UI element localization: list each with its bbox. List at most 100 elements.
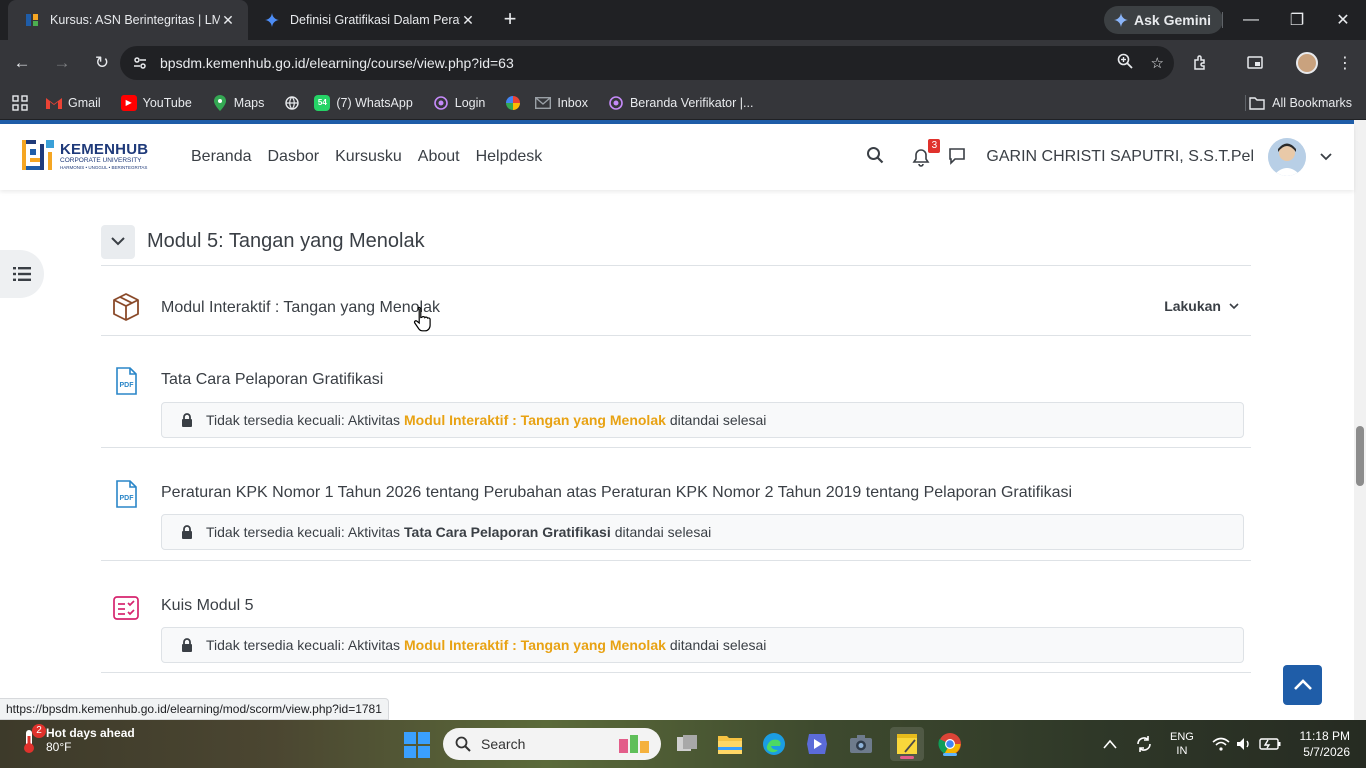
search-icon[interactable] <box>866 146 884 169</box>
bookmark-whatsapp[interactable]: 54 (7) WhatsApp <box>314 94 413 111</box>
close-window-icon[interactable]: ✕ <box>1320 0 1366 40</box>
kemenhub-logo-mark <box>22 140 54 170</box>
browser-tab-bar: Kursus: ASN Berintegritas | LMS ✕ Defini… <box>0 0 1366 40</box>
forward-arrow-icon[interactable]: → <box>44 45 80 81</box>
minimize-icon[interactable]: — <box>1228 0 1274 40</box>
gemini-sparkle-icon <box>1114 13 1128 27</box>
all-bookmarks-label: All Bookmarks <box>1272 96 1352 110</box>
restriction-activity-link[interactable]: Modul Interaktif : Tangan yang Menolak <box>404 637 666 653</box>
bookmark-youtube[interactable]: ▶ YouTube <box>120 94 192 111</box>
user-menu-chevron-down-icon[interactable] <box>1320 148 1332 166</box>
bookmark-globe[interactable] <box>284 95 300 111</box>
active-app-indicator <box>900 756 914 759</box>
show-hidden-icons-chevron-up-icon[interactable] <box>1103 720 1117 768</box>
lock-icon <box>182 413 192 427</box>
volume-icon[interactable] <box>1236 720 1252 768</box>
file-explorer-icon[interactable] <box>716 730 744 758</box>
browser-toolbar: ← → ↻ bpsdm.kemenhub.go.id/elearning/cou… <box>0 40 1366 86</box>
tab-kursus[interactable]: Kursus: ASN Berintegritas | LMS ✕ <box>8 0 248 40</box>
hand-cursor-icon <box>413 306 431 332</box>
profile-avatar-icon[interactable] <box>1292 48 1322 78</box>
quiz-checklist-icon <box>113 596 139 620</box>
kemenhub-logo[interactable]: KEMENHUB CORPORATE UNIVERSITY HARMONIS •… <box>22 140 148 172</box>
system-clock[interactable]: 11:18 PM 5/7/2026 <box>1300 728 1350 760</box>
bookmark-inbox[interactable]: Inbox <box>535 95 588 111</box>
maximize-icon[interactable]: ❐ <box>1274 0 1320 40</box>
language-indicator[interactable]: ENG IN <box>1170 720 1194 768</box>
bookmark-label: Login <box>454 95 486 110</box>
ask-gemini-button[interactable]: Ask Gemini <box>1104 6 1224 34</box>
battery-icon[interactable] <box>1259 720 1281 768</box>
wifi-icon[interactable] <box>1212 720 1230 768</box>
activity-link-kuis[interactable]: Kuis Modul 5 <box>161 597 254 615</box>
logo-text-block: KEMENHUB CORPORATE UNIVERSITY HARMONIS •… <box>60 142 148 171</box>
tab-definisi[interactable]: Definisi Gratifikasi Dalam Peratu ✕ <box>248 0 488 40</box>
section-title[interactable]: Modul 5: Tangan yang Menolak <box>147 230 425 253</box>
globe-icon <box>284 95 300 111</box>
bookmark-pinwheel[interactable] <box>505 95 521 111</box>
camera-app-icon[interactable] <box>847 730 875 758</box>
scrollbar-thumb[interactable] <box>1356 426 1364 486</box>
nav-helpdesk[interactable]: Helpdesk <box>476 148 543 166</box>
sync-icon[interactable] <box>1134 720 1154 768</box>
activity-link-peraturan-kpk[interactable]: Peraturan KPK Nomor 1 Tahun 2026 tentang… <box>161 484 1072 502</box>
pdf-file-icon: PDF <box>116 480 137 508</box>
windows-start-icon[interactable] <box>404 732 430 758</box>
windows-taskbar: 2 Hot days ahead 80°F Search ENG IN 11:1… <box>0 720 1366 768</box>
url-text: bpsdm.kemenhub.go.id/elearning/course/vi… <box>160 55 514 71</box>
extensions-icon[interactable] <box>1186 48 1216 78</box>
restriction-notice: Tidak tersedia kecuali: Aktivitas Tata C… <box>161 514 1244 550</box>
media-player-icon[interactable] <box>803 730 831 758</box>
all-bookmarks-button[interactable]: All Bookmarks <box>1249 86 1352 120</box>
user-full-name[interactable]: GARIN CHRISTI SAPUTRI, S.S.T.Pel <box>986 148 1254 166</box>
nav-about[interactable]: About <box>418 148 460 166</box>
bookmark-gmail[interactable]: Gmail <box>46 95 101 111</box>
reload-icon[interactable]: ↻ <box>84 45 120 81</box>
address-bar[interactable]: bpsdm.kemenhub.go.id/elearning/course/vi… <box>120 46 1174 80</box>
bookmark-maps[interactable]: Maps <box>212 94 264 111</box>
nav-beranda[interactable]: Beranda <box>191 148 252 166</box>
edge-browser-icon[interactable] <box>760 730 788 758</box>
tab-close-icon[interactable]: ✕ <box>220 12 236 28</box>
nav-kursusku[interactable]: Kursusku <box>335 148 402 166</box>
lakukan-dropdown[interactable]: Lakukan <box>1164 298 1239 314</box>
messages-chat-icon[interactable] <box>948 144 966 170</box>
activity-row: Modul Interaktif : Tangan yang Menolak L… <box>101 266 1251 336</box>
weather-alert-badge: 2 <box>32 724 46 738</box>
apps-grid-icon[interactable] <box>12 94 28 111</box>
zoom-icon[interactable] <box>1117 53 1133 73</box>
bookmarks-divider <box>1245 95 1246 111</box>
restriction-activity-link[interactable]: Modul Interaktif : Tangan yang Menolak <box>404 412 666 428</box>
login-icon <box>433 95 449 111</box>
activity-row: PDF Peraturan KPK Nomor 1 Tahun 2026 ten… <box>101 448 1251 561</box>
task-view-icon[interactable] <box>673 730 701 758</box>
section-collapse-button[interactable] <box>101 224 135 259</box>
notification-bell-icon[interactable]: 3 <box>912 139 941 168</box>
section-header: Modul 5: Tangan yang Menolak <box>101 218 1251 266</box>
activity-link-modul-interaktif[interactable]: Modul Interaktif : Tangan yang Menolak <box>161 299 440 317</box>
tab-close-icon[interactable]: ✕ <box>460 12 476 28</box>
site-info-icon[interactable] <box>132 55 148 71</box>
back-arrow-icon[interactable]: ← <box>4 45 40 81</box>
bookmarks-bar: Gmail ▶ YouTube Maps 54 (7) WhatsApp Log… <box>0 86 1366 120</box>
nav-dasbor[interactable]: Dasbor <box>268 148 320 166</box>
sticky-notes-icon[interactable] <box>890 727 924 761</box>
weather-temp: 80°F <box>46 740 72 754</box>
chrome-browser-icon[interactable] <box>936 730 964 758</box>
chevron-down-icon <box>111 237 125 246</box>
bookmark-verifikator[interactable]: Beranda Verifikator |... <box>608 95 753 111</box>
more-menu-icon[interactable]: ⋮ <box>1330 48 1360 78</box>
cast-icon[interactable] <box>1240 48 1270 78</box>
new-tab-plus-icon[interactable]: + <box>496 6 524 34</box>
course-index-toggle[interactable] <box>0 250 44 298</box>
user-avatar[interactable] <box>1268 138 1306 176</box>
weather-widget[interactable]: 2 Hot days ahead 80°F <box>20 724 135 754</box>
page-scrollbar[interactable] <box>1354 120 1366 720</box>
bookmark-star-icon[interactable]: ☆ <box>1151 54 1164 72</box>
restriction-suffix: ditandai selesai <box>614 524 712 540</box>
bookmark-login[interactable]: Login <box>433 95 486 111</box>
back-to-top-button[interactable] <box>1283 665 1322 705</box>
activity-link-tata-cara[interactable]: Tata Cara Pelaporan Gratifikasi <box>161 371 383 389</box>
search-icon <box>455 736 471 752</box>
taskbar-search-input[interactable]: Search <box>443 728 661 760</box>
